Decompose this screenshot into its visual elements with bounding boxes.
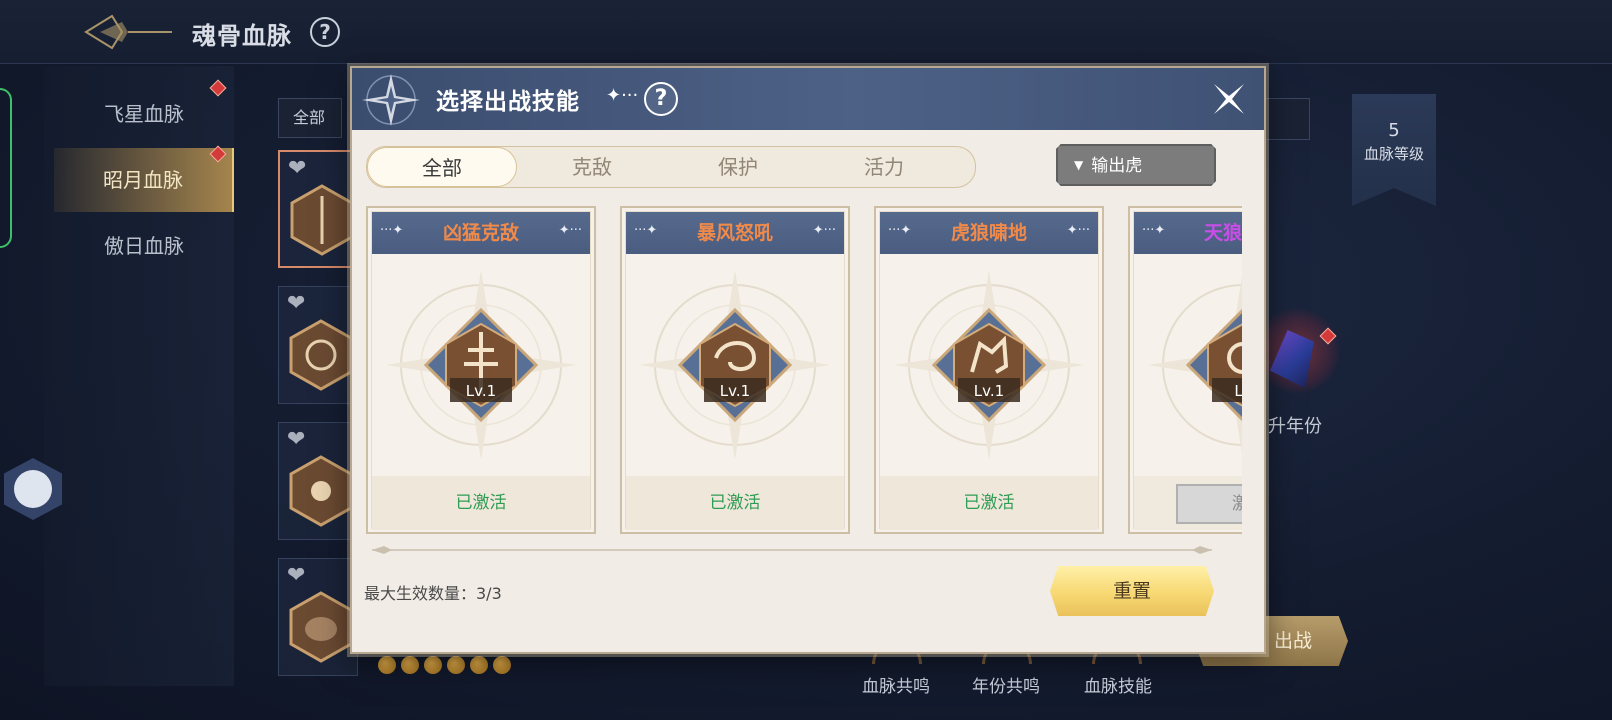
skill-card[interactable]: ···✦ 暴风怒吼 ✦··· Lv.1 已激活 (620, 206, 850, 534)
wind-skill-icon (289, 319, 353, 391)
sky-wolf-skill-icon: Lv (1148, 276, 1242, 454)
divider (372, 546, 1212, 554)
select-skill-dialog: 选择出战技能 ✦··· ? 全部 克敌 保护 活力 ▼ 输出虎 ···✦ 凶猛克敌… (350, 66, 1266, 654)
preset-dropdown[interactable]: ▼ 输出虎 (1056, 144, 1216, 186)
max-effective-count: 最大生效数量：3/3 (364, 584, 502, 603)
skill-card[interactable]: ···✦ 虎狼啸地 ✦··· Lv.1 已激活 (874, 206, 1104, 534)
level-dot (447, 656, 465, 674)
close-icon[interactable] (1210, 80, 1248, 118)
level-dot (401, 656, 419, 674)
skill-level: Lv.1 (466, 382, 496, 400)
tab-protect[interactable]: 保护 (663, 147, 813, 187)
page-title: 魂骨血脉 (192, 22, 292, 50)
dialog-title: 选择出战技能 (436, 89, 580, 115)
top-bar: 魂骨血脉 ? (0, 0, 1612, 64)
level-dot (424, 656, 442, 674)
skill-level: Lv (1234, 382, 1242, 400)
sidebar-item-label: 飞星血脉 (104, 102, 184, 126)
card-deco-icon: ✦··· (1066, 223, 1090, 238)
spark-icon: ✦··· (606, 85, 639, 106)
tab-counter[interactable]: 克敌 (517, 147, 667, 187)
category-tabs: 全部 克敌 保护 活力 (366, 146, 976, 188)
tab-year-resonance[interactable]: 年份共鸣 (972, 672, 1040, 697)
sidebar-item-label: 傲日血脉 (104, 234, 184, 258)
preset-value: 输出虎 (1091, 156, 1143, 176)
sidebar-item-label: 昭月血脉 (103, 168, 183, 192)
level-value: 5 (1388, 120, 1400, 141)
card-header: ···✦ 天狼 (1134, 212, 1242, 254)
level-dot (493, 656, 511, 674)
card-deco-icon: ···✦ (634, 223, 658, 238)
tab-all[interactable]: 全部 (367, 147, 517, 187)
sidebar-item-aori[interactable]: 傲日血脉 (54, 214, 234, 278)
sword-skill-icon (290, 184, 354, 256)
card-status: 已激活 (626, 476, 844, 530)
level-dot (378, 656, 396, 674)
level-label: 血脉等级 (1363, 145, 1424, 163)
caret-down-icon: ▼ (1074, 158, 1084, 172)
activate-button[interactable]: 激 (1176, 484, 1242, 524)
level-banner: 5 血脉等级 (1352, 94, 1436, 206)
tab-vitality[interactable]: 活力 (809, 147, 959, 187)
sidebar-item-zhaoyue[interactable]: 昭月血脉 (54, 148, 234, 212)
skill-name: 天狼 (1204, 222, 1242, 244)
shell-skill-icon (289, 591, 353, 663)
heart-icon[interactable]: ❤ (287, 563, 305, 588)
skill-slot[interactable]: ❤ (278, 150, 358, 268)
heart-icon[interactable]: ❤ (287, 427, 305, 452)
card-deco-icon: ✦··· (558, 223, 582, 238)
card-deco-icon: ···✦ (888, 223, 912, 238)
help-icon[interactable]: ? (644, 82, 678, 116)
card-header: ···✦ 暴风怒吼 ✦··· (626, 212, 844, 254)
avatar-portrait-icon (14, 470, 52, 508)
tiger-howl-skill-icon: Lv.1 (894, 270, 1084, 460)
skill-level: Lv.1 (720, 382, 750, 400)
heart-icon[interactable]: ❤ (287, 291, 305, 316)
card-header: ···✦ 凶猛克敌 ✦··· (372, 212, 590, 254)
card-status: 激 (1134, 476, 1242, 530)
skill-name: 暴风怒吼 (696, 222, 773, 244)
skill-card-list[interactable]: ···✦ 凶猛克敌 ✦··· Lv.1 已激活 ···✦ 暴风怒吼 ✦··· L… (366, 206, 1242, 536)
card-deco-icon: ···✦ (380, 223, 404, 238)
skill-card[interactable]: ···✦ 天狼 Lv 激 (1128, 206, 1242, 534)
left-edge-tab[interactable] (0, 88, 12, 248)
compass-emblem-icon (362, 74, 420, 126)
heart-icon[interactable]: ❤ (288, 156, 306, 181)
level-dots (378, 656, 516, 678)
sidebar-item-feixing[interactable]: 飞星血脉 (54, 82, 234, 146)
card-deco-icon: ···✦ (1142, 223, 1166, 238)
fierce-claw-skill-icon: Lv.1 (386, 270, 576, 460)
emblem-icon (84, 14, 172, 50)
upgrade-year-label[interactable]: 升年份 (1268, 412, 1322, 438)
skill-name: 虎狼啸地 (950, 222, 1027, 244)
skill-name: 凶猛克敌 (442, 222, 519, 244)
sidebar: 飞星血脉 昭月血脉 傲日血脉 (44, 66, 234, 686)
card-header: ···✦ 虎狼啸地 ✦··· (880, 212, 1098, 254)
level-dot (470, 656, 488, 674)
card-deco-icon: ✦··· (812, 223, 836, 238)
skill-slot[interactable]: ❤ (278, 558, 358, 676)
reset-button[interactable]: 重置 (1050, 566, 1214, 616)
tab-bloodline-skill[interactable]: 血脉技能 (1084, 672, 1152, 697)
card-status: 已激活 (880, 476, 1098, 530)
help-icon[interactable]: ? (310, 17, 340, 47)
dialog-header: 选择出战技能 ✦··· ? (352, 68, 1264, 130)
tab-bloodline-resonance[interactable]: 血脉共鸣 (862, 672, 930, 697)
card-status: 已激活 (372, 476, 590, 530)
skill-level: Lv.1 (974, 382, 1004, 400)
storm-roar-skill-icon: Lv.1 (640, 270, 830, 460)
skill-slot[interactable]: ❤ (278, 286, 358, 404)
sun-skill-icon (289, 455, 353, 527)
skill-card[interactable]: ···✦ 凶猛克敌 ✦··· Lv.1 已激活 (366, 206, 596, 534)
skill-slot[interactable]: ❤ (278, 422, 358, 540)
filter-select[interactable]: 全部 (278, 98, 342, 138)
